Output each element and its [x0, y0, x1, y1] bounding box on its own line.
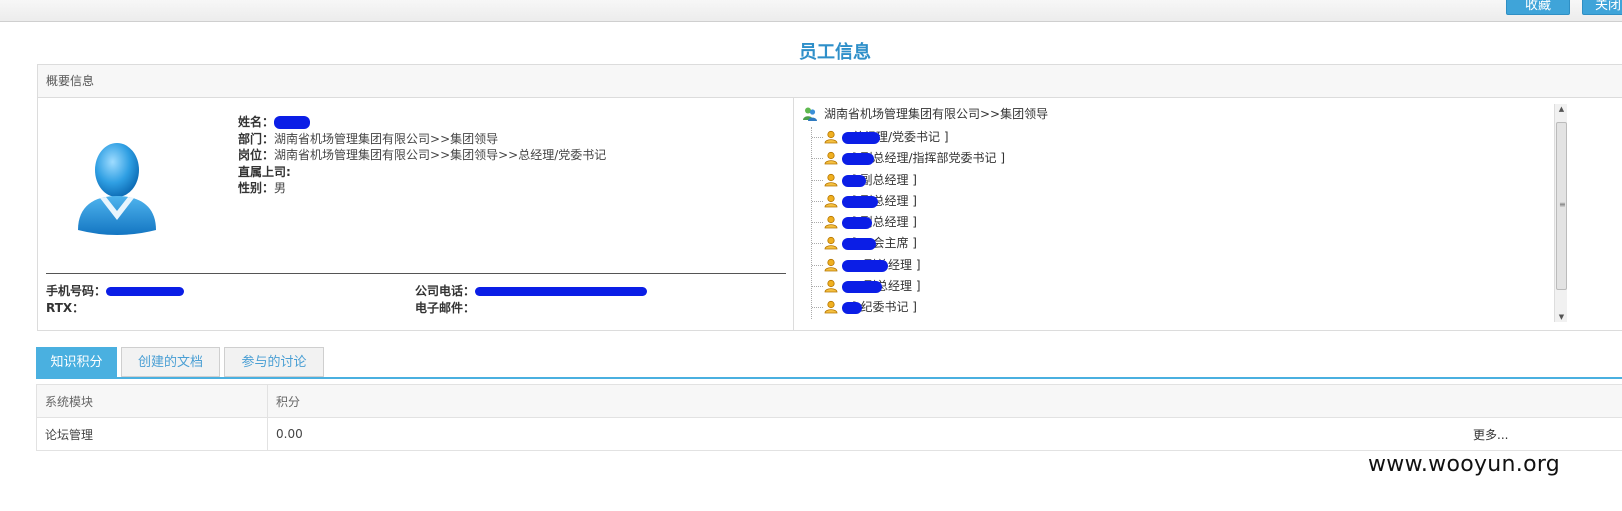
redacted-employee-name — [842, 238, 876, 251]
grip-icon: ≡ — [1559, 200, 1566, 209]
name-label: 姓名： — [238, 115, 275, 129]
tab-underline — [36, 377, 1622, 379]
table-row: 论坛管理 0.00 — [36, 417, 1622, 451]
tree-connector — [812, 286, 823, 288]
tree-connector — [812, 264, 823, 266]
tree-root[interactable]: 湖南省机场管理集团有限公司>>集团领导 — [802, 105, 1582, 127]
watermark: www.wooyun.org — [1368, 452, 1561, 477]
position-label: 岗位： — [238, 148, 275, 162]
user-icon — [824, 152, 838, 165]
department-value: 湖南省机场管理集团有限公司>>集团领导 — [274, 131, 499, 146]
user-avatar-icon — [78, 143, 156, 235]
redacted-employee-name — [842, 153, 874, 166]
tree-item[interactable]: 总经理/党委书记 ] — [812, 127, 1582, 148]
user-icon — [824, 237, 838, 250]
cell-module: 论坛管理 — [36, 417, 268, 451]
summary-panel-header: 概要信息 — [38, 65, 1622, 98]
redacted-name — [274, 116, 311, 129]
tree-item[interactable]: 副总经理 ] — [812, 276, 1582, 297]
scroll-up-icon[interactable]: ▲ — [1557, 104, 1566, 114]
contact-divider — [46, 273, 786, 274]
summary-panel: 概要信息 姓名： 部门：湖南省机场管理集团有限公司>>集团领导 岗位：湖南省机场… — [37, 64, 1622, 331]
redacted-mobile — [106, 287, 185, 296]
panel-divider — [793, 98, 794, 330]
tree-connector — [812, 158, 823, 160]
rtx-label: RTX： — [46, 301, 85, 315]
tab-created-documents[interactable]: 创建的文档 — [121, 347, 220, 377]
close-button[interactable]: 关闭 — [1582, 0, 1622, 15]
more-link[interactable]: 更多... — [1473, 426, 1508, 443]
gender-label: 性别： — [238, 181, 275, 195]
gender-value: 男 — [274, 181, 287, 195]
position-row: 岗位：湖南省机场管理集团有限公司>>集团领导>>总经理/党委书记 — [238, 147, 606, 164]
redacted-employee-name — [842, 217, 872, 230]
user-icon — [824, 194, 838, 208]
tree-item[interactable]: [ 工会主席 ] — [812, 233, 1582, 254]
tree-scrollbar[interactable]: ▲ ≡ ▼ — [1554, 104, 1567, 322]
gender-row: 性别：男 — [238, 180, 606, 197]
user-icon — [824, 130, 838, 144]
department-label: 部门： — [238, 131, 275, 146]
user-icon — [824, 258, 838, 272]
tree-item[interactable]: [ 纪委书记 ] — [812, 297, 1582, 318]
tab-joined-discussions[interactable]: 参与的讨论 — [224, 347, 324, 377]
tree-children: 总经理/党委书记 ] [ 副总经理/指挥部党委书记 ] [ 副总经理 ] [ 副… — [811, 127, 1582, 319]
group-users-icon — [803, 107, 817, 121]
tree-item[interactable]: [ 副总经理/指挥部党委书记 ] — [812, 148, 1582, 169]
user-icon — [824, 301, 838, 314]
top-toolbar — [0, 0, 1622, 22]
redacted-employee-name — [842, 174, 866, 187]
redacted-company-phone — [475, 287, 648, 296]
company-phone-row: 公司电话： — [415, 282, 648, 299]
tree-item[interactable]: [ 副总经理 ] — [812, 170, 1582, 191]
name-row: 姓名： — [238, 114, 606, 131]
org-tree: 湖南省机场管理集团有限公司>>集团领导 总经理/党委书记 ] [ 副总经理/指挥… — [802, 105, 1582, 319]
redacted-employee-name — [842, 195, 878, 208]
tree-item[interactable]: [ 副总经理 ] — [812, 212, 1582, 233]
tree-item-title: [ 副总经理/指挥部党委书记 ] — [852, 151, 1006, 166]
rtx-row: RTX： — [46, 299, 84, 316]
email-row: 电子邮件： — [415, 299, 475, 316]
tree-item[interactable]: 副总经理 ] — [812, 255, 1582, 276]
user-icon — [824, 216, 838, 229]
tab-knowledge-points[interactable]: 知识积分 — [36, 347, 117, 377]
table-header-row: 系统模块 积分 — [36, 384, 1622, 418]
favorite-button[interactable]: 收藏 — [1506, 0, 1570, 15]
email-label: 电子邮件： — [415, 301, 476, 315]
score-table: 系统模块 积分 论坛管理 0.00 — [36, 384, 1622, 451]
position-value: 湖南省机场管理集团有限公司>>集团领导>>总经理/党委书记 — [274, 148, 607, 162]
tree-connector — [812, 307, 823, 309]
user-icon — [824, 279, 838, 293]
supervisor-label: 直属上司: — [238, 164, 291, 179]
column-header-module: 系统模块 — [36, 384, 268, 418]
redacted-employee-name — [842, 281, 882, 294]
column-header-score: 积分 — [267, 384, 1622, 418]
tree-connector — [812, 243, 823, 245]
mobile-row: 手机号码： — [46, 282, 185, 299]
employee-details: 姓名： 部门：湖南省机场管理集团有限公司>>集团领导 岗位：湖南省机场管理集团有… — [38, 98, 793, 330]
employee-info: 姓名： 部门：湖南省机场管理集团有限公司>>集团领导 岗位：湖南省机场管理集团有… — [238, 114, 606, 197]
tree-root-label: 湖南省机场管理集团有限公司>>集团领导 — [824, 107, 1049, 121]
department-row: 部门：湖南省机场管理集团有限公司>>集团领导 — [238, 131, 606, 148]
page-title: 员工信息 — [799, 42, 871, 63]
tree-connector — [812, 179, 823, 181]
cell-score: 0.00 — [267, 417, 1622, 451]
mobile-label: 手机号码： — [46, 284, 107, 298]
tree-item[interactable]: [ 副总经理 ] — [812, 191, 1582, 212]
scroll-down-icon[interactable]: ▼ — [1557, 312, 1566, 322]
tree-connector — [812, 222, 823, 224]
redacted-employee-name — [842, 132, 880, 144]
redacted-employee-name — [842, 259, 888, 272]
user-icon — [824, 173, 838, 186]
supervisor-row: 直属上司: — [238, 164, 606, 181]
tree-connector — [812, 137, 823, 138]
company-phone-label: 公司电话： — [415, 284, 476, 298]
tree-connector — [812, 200, 823, 202]
redacted-employee-name — [842, 302, 862, 315]
scroll-thumb[interactable]: ≡ — [1556, 122, 1567, 290]
